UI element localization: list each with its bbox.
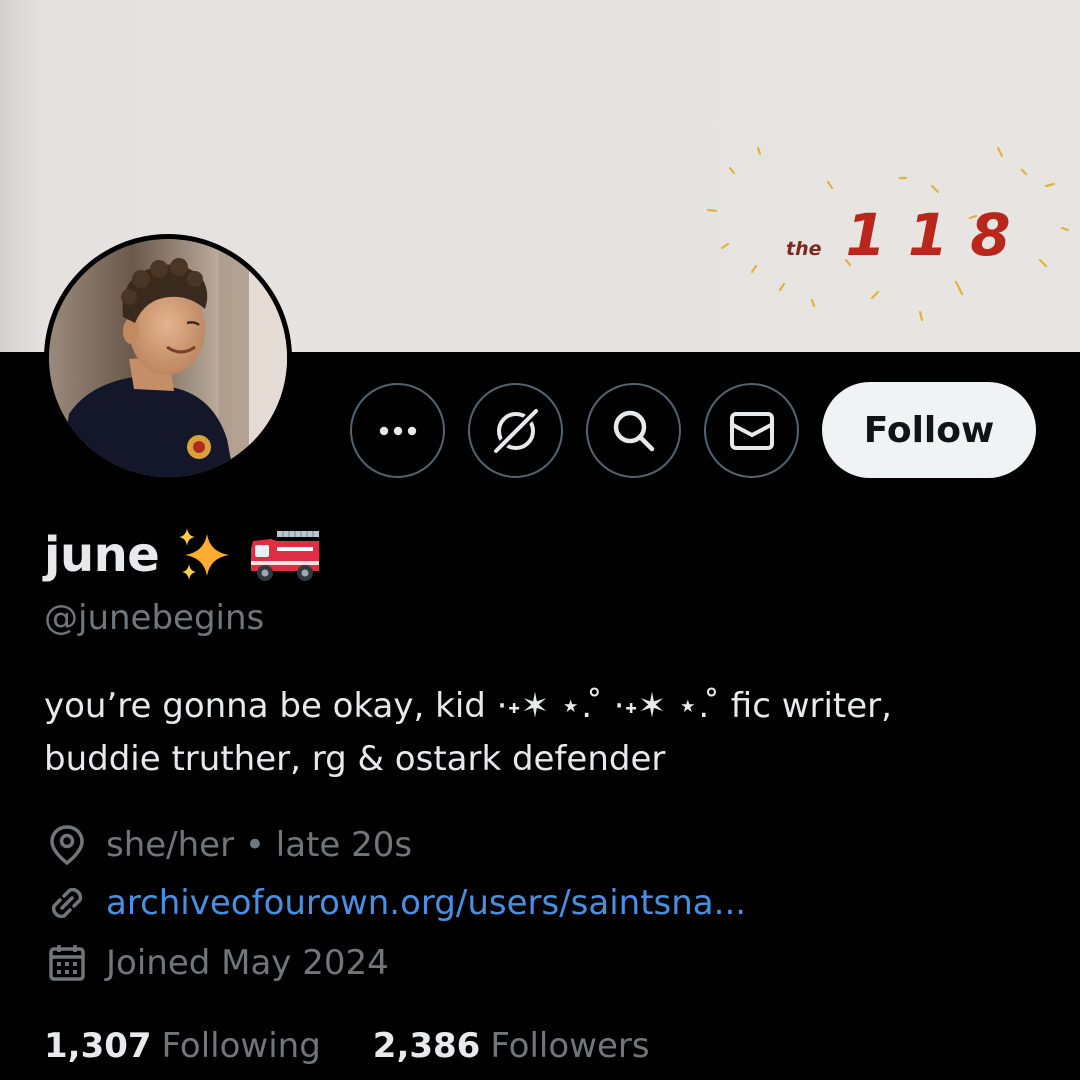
- calendar-icon: [44, 940, 90, 986]
- following-stat[interactable]: 1,307 Following: [44, 1026, 321, 1066]
- display-name-row: june: [44, 524, 323, 586]
- bio: you’re gonna be okay, kid ·˖✶ ⋆. ̊ ·˖✶ ⋆…: [44, 680, 1034, 786]
- joined-text: Joined May 2024: [106, 943, 389, 983]
- avatar[interactable]: [44, 234, 292, 482]
- location-icon: [44, 822, 90, 868]
- website-row: archiveofourown.org/users/saintsna...: [44, 880, 746, 926]
- followers-count: 2,386: [372, 1026, 481, 1066]
- banner-logo: the 1 1 8: [786, 206, 1011, 264]
- search-icon: [613, 410, 654, 451]
- follow-button[interactable]: Follow: [822, 382, 1036, 478]
- banner-digit: 8: [970, 201, 1011, 269]
- bio-line: you’re gonna be okay, kid ·˖✶ ⋆. ̊ ·˖✶ ⋆…: [44, 686, 892, 726]
- handle: @junebegins: [44, 598, 265, 638]
- bio-line: buddie truther, rg & ostark defender: [44, 739, 666, 779]
- fire-engine-emoji: [251, 531, 320, 581]
- message-icon: [729, 411, 774, 450]
- banner-digit: 1: [907, 201, 949, 269]
- display-name: june: [44, 527, 160, 583]
- message-button[interactable]: [704, 383, 799, 478]
- banner-the: the: [786, 238, 822, 260]
- search-button[interactable]: [586, 383, 681, 478]
- joined-row: Joined May 2024: [44, 940, 389, 986]
- follow-stats: 1,307 Following 2,386 Followers: [44, 1026, 650, 1066]
- website-link[interactable]: archiveofourown.org/users/saintsna...: [106, 883, 746, 923]
- link-icon: [44, 880, 90, 926]
- following-label: Following: [161, 1026, 321, 1066]
- followers-stat[interactable]: 2,386 Followers: [373, 1026, 650, 1066]
- grok-icon: [492, 407, 539, 454]
- grok-button[interactable]: [468, 383, 563, 478]
- following-count: 1,307: [44, 1026, 152, 1066]
- more-icon: [379, 426, 416, 435]
- avatar-photo: [49, 239, 287, 477]
- location-text: she/her • late 20s: [106, 825, 413, 865]
- sparkles-emoji: [179, 528, 230, 580]
- banner-digit: 1: [845, 201, 886, 269]
- followers-label: Followers: [490, 1026, 650, 1066]
- more-button[interactable]: [350, 383, 445, 478]
- location-row: she/her • late 20s: [44, 822, 412, 868]
